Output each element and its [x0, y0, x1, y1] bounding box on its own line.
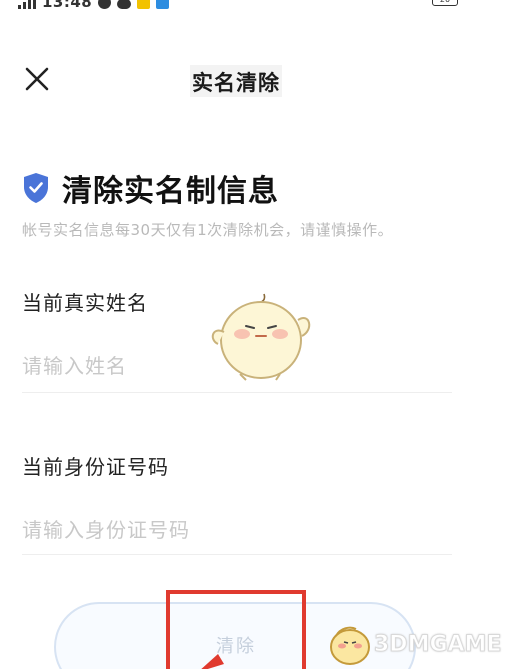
- status-bar: 13:48 20: [0, 0, 518, 14]
- hint-text: 帐号实名信息每30天仅有1次清除机会，请谨慎操作。: [22, 221, 394, 239]
- section-title: 清除实名制信息: [62, 174, 279, 209]
- page-title: 实名清除: [190, 65, 282, 97]
- id-number-input[interactable]: [22, 507, 452, 553]
- annotation-highlight-box: [166, 590, 306, 669]
- signal-icon: [18, 0, 36, 9]
- name-divider: [22, 392, 452, 393]
- status-notification-icon: [98, 0, 112, 9]
- shield-check-icon: [24, 173, 48, 203]
- wifi-icon: [410, 0, 426, 6]
- id-number-label: 当前身份证号码: [22, 455, 169, 479]
- close-icon: [25, 67, 49, 91]
- app-icon: [156, 0, 170, 9]
- app-icon: [137, 0, 151, 9]
- battery-level: 20: [440, 0, 450, 4]
- name-label: 当前真实姓名: [22, 291, 148, 315]
- watermark: 3DMGAME: [326, 620, 502, 668]
- nav-bar: 实名清除: [0, 52, 518, 108]
- status-right: 20: [410, 0, 458, 6]
- watermark-text: 3DMGAME: [373, 631, 502, 657]
- close-button[interactable]: [20, 62, 54, 96]
- battery-icon: 20: [432, 0, 458, 6]
- id-number-divider: [22, 554, 452, 555]
- mascot-sticker-icon: [211, 293, 311, 381]
- cloud-icon: [117, 0, 132, 9]
- watermark-mascot-icon: [330, 626, 370, 665]
- status-left: 13:48: [18, 0, 170, 11]
- annotation-arrow-icon: [201, 654, 224, 669]
- status-time: 13:48: [42, 0, 93, 11]
- section-heading: 清除实名制信息: [22, 166, 279, 210]
